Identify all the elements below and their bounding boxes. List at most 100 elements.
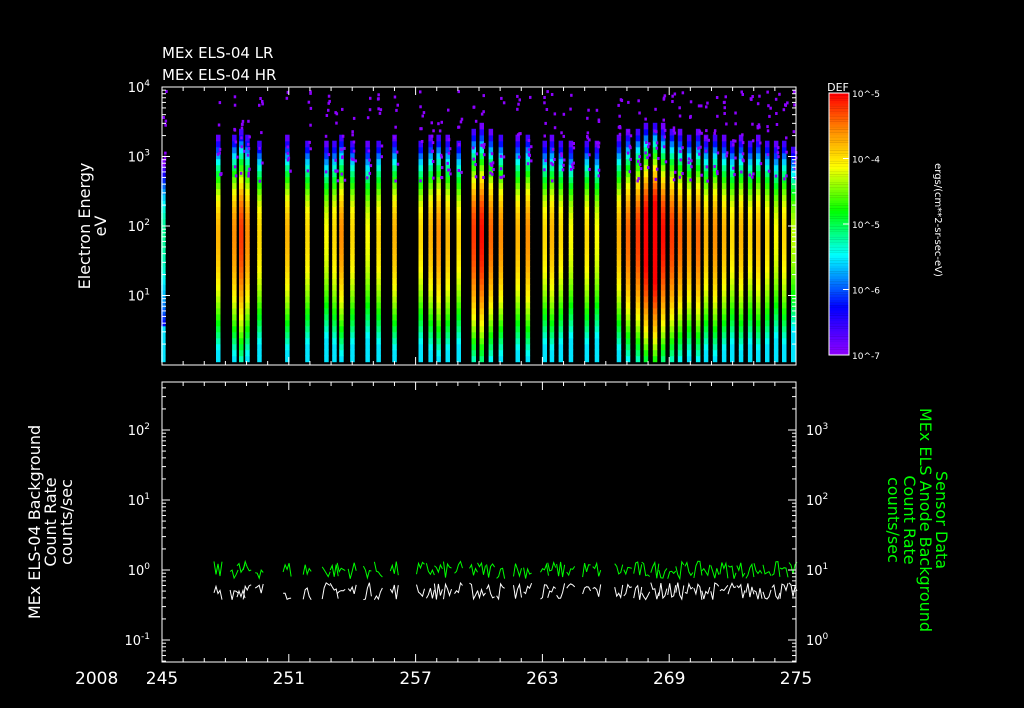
energy-bin (542, 254, 547, 261)
energy-bin (738, 278, 744, 285)
energy-bin (625, 331, 631, 339)
energy-bin (436, 248, 441, 255)
energy-bin (738, 260, 744, 267)
sparse-count (716, 170, 719, 174)
energy-bin (479, 349, 484, 357)
energy-bin (730, 218, 735, 225)
sparse-count (647, 166, 650, 170)
energy-bin (542, 355, 547, 363)
energy-bin (232, 295, 237, 303)
energy-bin (376, 307, 381, 315)
sparse-count (396, 103, 399, 107)
energy-bin (332, 349, 337, 357)
energy-bin (730, 194, 735, 201)
energy-bin (488, 301, 494, 309)
energy-bin (285, 331, 290, 339)
colorbar-segment (829, 347, 849, 350)
energy-bin (245, 307, 250, 315)
sparse-count (627, 129, 630, 133)
sparse-count (309, 123, 312, 127)
energy-bin (703, 355, 709, 363)
energy-bin (773, 343, 779, 351)
energy-bin (257, 349, 262, 357)
energy-bin (669, 158, 675, 166)
energy-bin (445, 337, 450, 345)
energy-bin (721, 278, 727, 285)
energy-bin (782, 289, 787, 297)
energy-bin (686, 212, 692, 219)
energy-bin (677, 319, 683, 327)
energy-bin (677, 337, 683, 345)
energy-bin (285, 248, 290, 255)
energy-bin (339, 319, 344, 327)
energy-bin (747, 140, 753, 148)
energy-bin (756, 224, 761, 231)
energy-bin (765, 206, 770, 213)
energy-bin (392, 200, 397, 207)
sparse-count (309, 106, 313, 110)
sparse-count (752, 172, 755, 176)
energy-bin (245, 295, 250, 303)
energy-bin (568, 248, 574, 255)
energy-bin (643, 325, 649, 333)
energy-bin (365, 349, 370, 357)
energy-bin (339, 254, 344, 261)
energy-bin (339, 188, 344, 196)
energy-bin (392, 349, 397, 357)
energy-bin (677, 349, 683, 357)
energy-bin (721, 349, 727, 357)
sparse-count (563, 158, 566, 162)
colorbar-segment (829, 98, 849, 101)
anode-background-trace (566, 566, 576, 577)
sparse-count (472, 157, 475, 161)
background-trace (753, 588, 763, 600)
energy-bin (643, 313, 649, 321)
sparse-count (551, 163, 554, 167)
sparse-count (530, 159, 533, 163)
energy-bin (305, 224, 310, 231)
anode-background-trace (753, 563, 763, 575)
energy-bin (677, 283, 683, 291)
energy-bin (584, 146, 590, 154)
energy-bin (339, 140, 344, 148)
sparse-count (343, 178, 347, 182)
sparse-count (767, 169, 771, 173)
energy-bin (365, 278, 370, 285)
energy-bin (747, 355, 753, 363)
colorbar-segment (829, 255, 849, 259)
background-panel (213, 559, 798, 601)
sparse-count (627, 100, 630, 104)
energy-bin (245, 283, 250, 291)
energy-bin (635, 343, 641, 351)
energy-bin (756, 188, 761, 196)
energy-bin (418, 301, 423, 309)
energy-bin (285, 283, 290, 291)
energy-bin (747, 242, 753, 249)
energy-bin (703, 242, 709, 249)
energy-bin (594, 289, 600, 297)
sparse-count (766, 153, 770, 157)
energy-bin (747, 266, 753, 273)
energy-bin (285, 224, 290, 231)
left-tick-label: 102 (128, 422, 150, 439)
sparse-count (629, 157, 632, 161)
energy-bin (392, 337, 397, 345)
energy-bin (669, 349, 675, 357)
x-tick-label: 245 (146, 669, 178, 689)
sparse-count (766, 129, 770, 133)
energy-bin (498, 224, 504, 231)
energy-bin (479, 182, 484, 190)
energy-bin (525, 337, 531, 345)
energy-bin (392, 248, 397, 255)
sparse-count (776, 151, 780, 155)
energy-bin (332, 355, 337, 363)
energy-bin (773, 319, 779, 327)
energy-bin (339, 331, 344, 339)
energy-bin (635, 146, 641, 154)
energy-bin (677, 295, 683, 303)
energy-bin (765, 349, 770, 357)
colorbar-segment (829, 103, 849, 107)
energy-bin (339, 194, 344, 201)
pass-stripe (765, 90, 772, 363)
energy-bin (365, 236, 370, 243)
